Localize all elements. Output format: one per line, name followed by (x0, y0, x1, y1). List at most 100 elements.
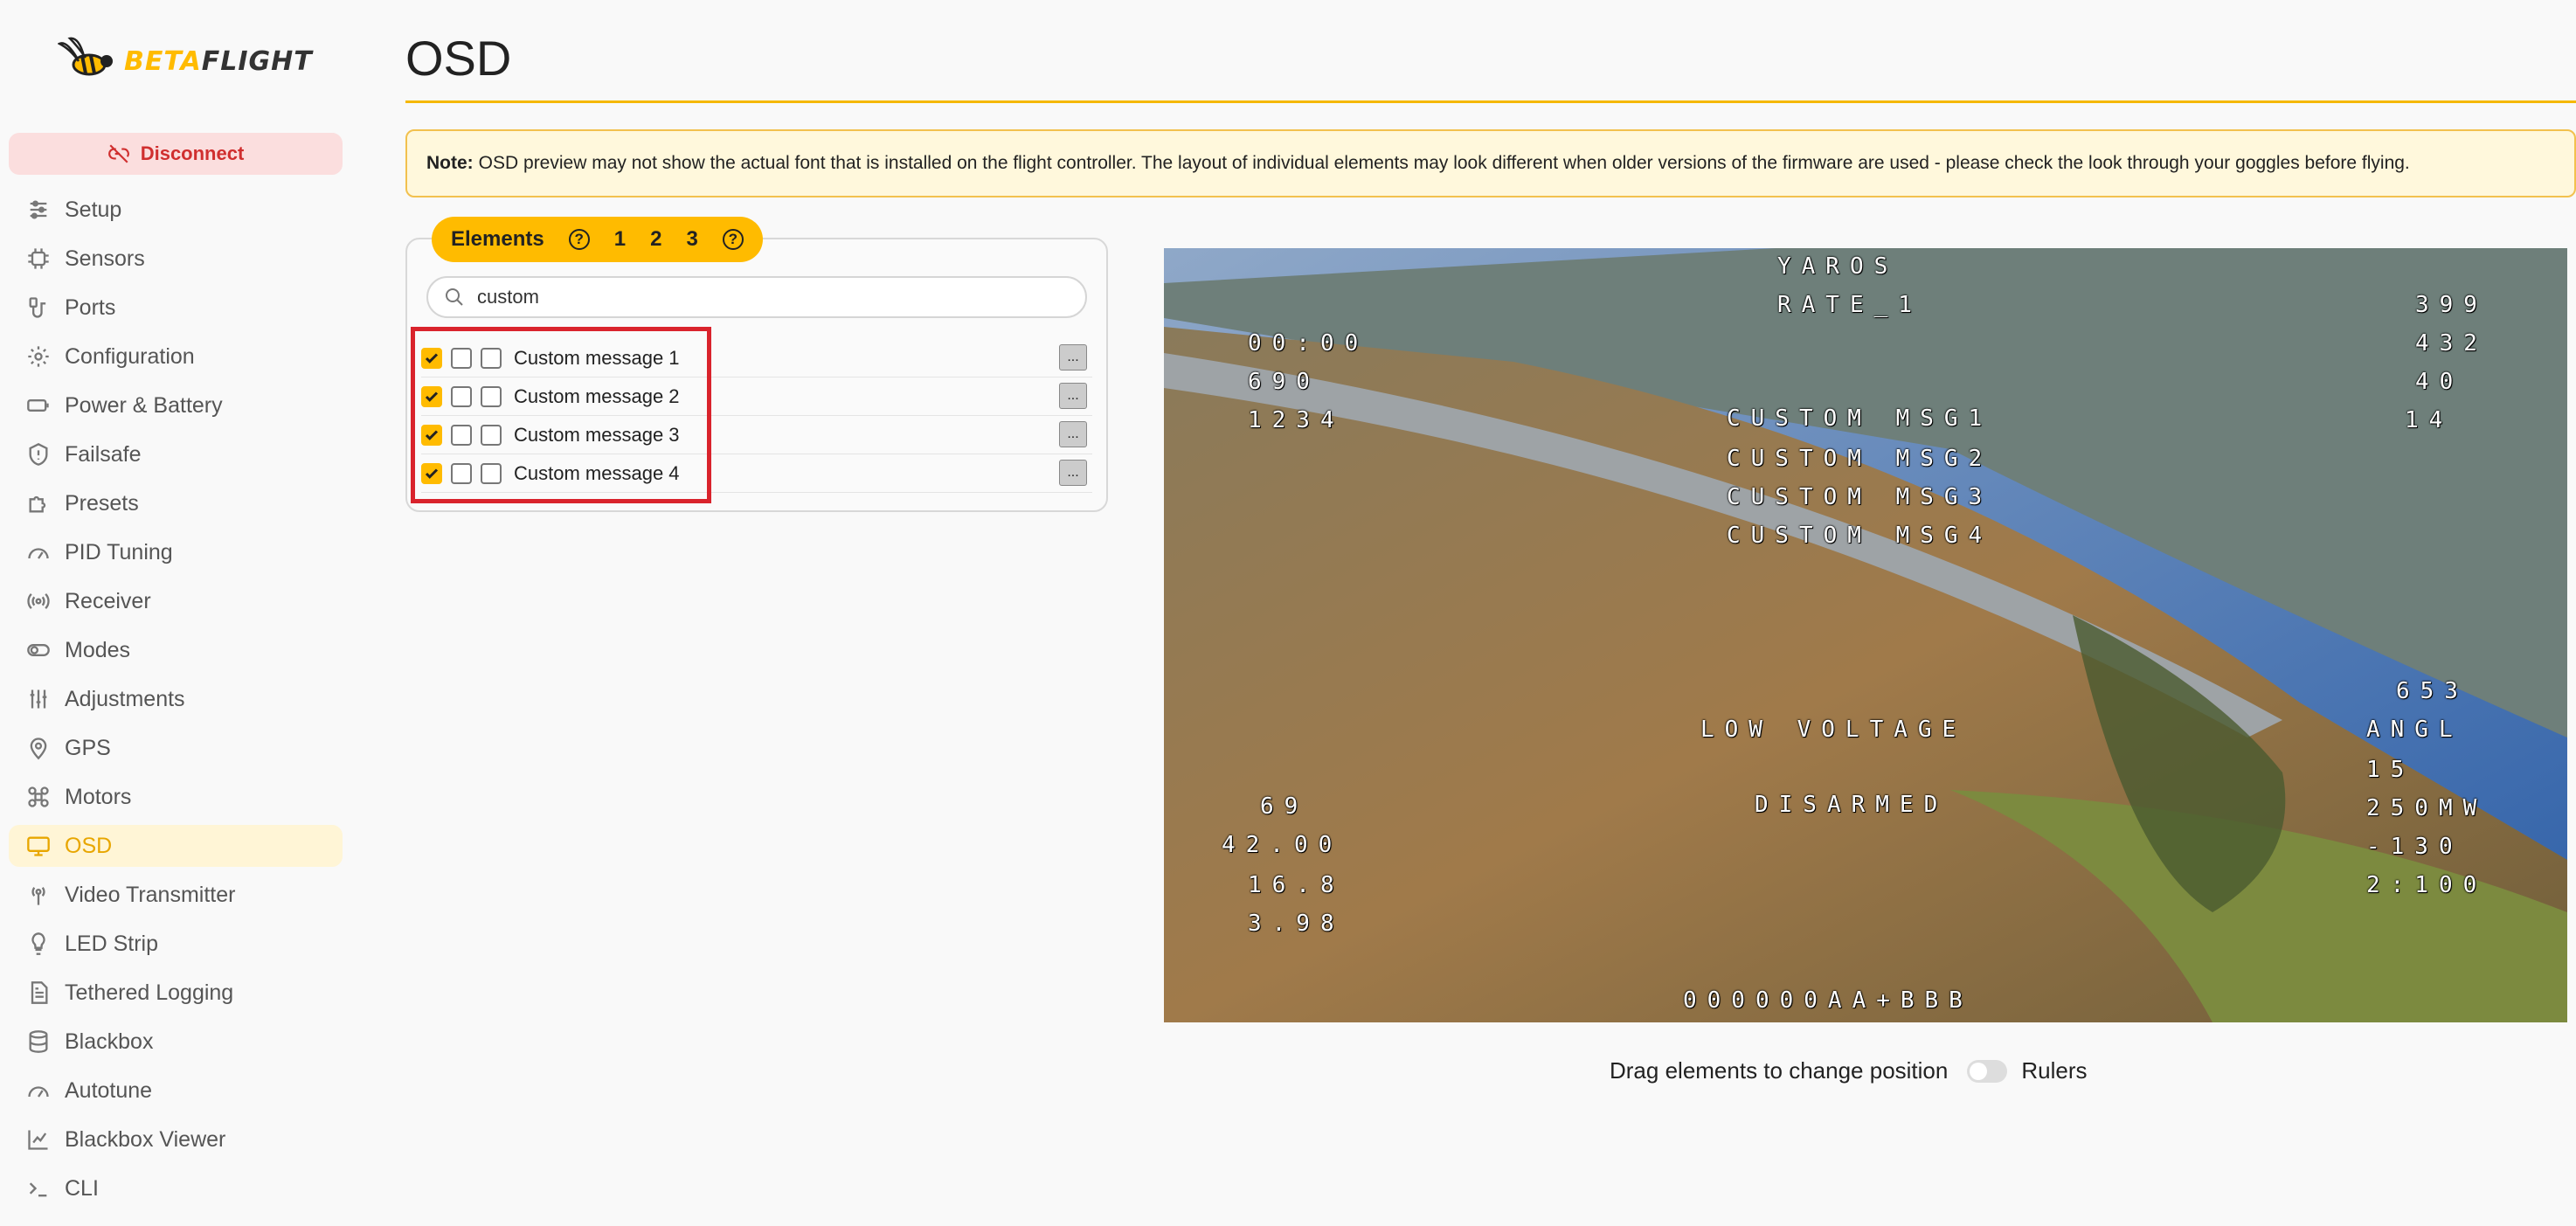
sidebar-item-gps[interactable]: GPS (9, 727, 343, 769)
elements-header: Elements ? 1 2 3 ? (432, 217, 763, 262)
osd-lq-mode[interactable]: 2:100 (2366, 872, 2487, 898)
page-title: OSD (405, 31, 512, 86)
sidebar-item-label: Configuration (65, 343, 195, 369)
sidebar-item-label: Video Transmitter (65, 882, 236, 907)
gauge-icon (24, 538, 52, 566)
osd-altitude[interactable]: 399 (2415, 292, 2488, 318)
broadcast-icon (24, 587, 52, 615)
sidebar-item-modes[interactable]: Modes (9, 629, 343, 671)
osd-rate-profile[interactable]: RATE_1 (1777, 292, 1922, 318)
sidebar-item-blackbox[interactable]: Blackbox (9, 1021, 343, 1063)
sidebar-item-cli[interactable]: CLI (9, 1167, 343, 1209)
sliders-icon (24, 196, 52, 224)
plug-icon (24, 294, 52, 322)
sidebar-item-label: Setup (65, 197, 122, 222)
osd-link-quality[interactable]: 15 (2366, 757, 2414, 783)
sidebar-item-video-transmitter[interactable]: Video Transmitter (9, 874, 343, 916)
profile-tab-2[interactable]: 2 (650, 227, 661, 252)
sidebar-item-autotune[interactable]: Autotune (9, 1070, 343, 1112)
osd-distance[interactable]: 1234 (1248, 407, 1345, 433)
element-options-button[interactable]: ... (1059, 383, 1087, 409)
profile-tab-3[interactable]: 3 (686, 227, 697, 252)
rulers-toggle[interactable] (1967, 1059, 2008, 1083)
elements-title: Elements (451, 227, 544, 251)
disconnect-button[interactable]: Disconnect (9, 133, 343, 175)
rulers-label: Rulers (2021, 1057, 2088, 1084)
sidebar-item-failsafe[interactable]: Failsafe (9, 433, 343, 475)
sidebar-item-receiver[interactable]: Receiver (9, 580, 343, 622)
osd-speed[interactable]: 40 (2415, 369, 2463, 395)
note-text: OSD preview may not show the actual font… (478, 153, 2410, 173)
sidebar-item-label: Motors (65, 784, 132, 809)
sidebar-item-power-battery[interactable]: Power & Battery (9, 384, 343, 426)
osd-home-distance[interactable]: 432 (2415, 330, 2488, 357)
terminal-icon (24, 1174, 52, 1202)
sidebar-item-ports[interactable]: Ports (9, 287, 343, 329)
sidebar-item-adjustments[interactable]: Adjustments (9, 678, 343, 720)
help-icon[interactable]: ? (568, 229, 590, 250)
element-options-button[interactable]: ... (1059, 460, 1087, 486)
toggle-icon (24, 636, 52, 664)
title-divider (405, 100, 2576, 103)
search-input[interactable] (475, 285, 1047, 309)
sidebar-item-tethered-logging[interactable]: Tethered Logging (9, 972, 343, 1014)
sidebar-item-sensors[interactable]: Sensors (9, 238, 343, 280)
sidebar-nav: Setup Sensors Ports Configuration Power … (9, 189, 343, 1216)
osd-flight-distance[interactable]: 653 (2396, 678, 2469, 704)
osd-gps-sats[interactable]: 14 (2405, 407, 2453, 433)
sidebar-item-label: Adjustments (65, 686, 185, 711)
bee-icon (58, 37, 113, 76)
sidebar-item-label: PID Tuning (65, 539, 173, 565)
osd-rssi-dbm[interactable]: -130 (2366, 834, 2463, 860)
osd-battery-voltage[interactable]: 16.8 (1248, 872, 1345, 898)
sidebar: BETAFLIGHT Disconnect Setup Sensors Port… (0, 0, 358, 1226)
sidebar-item-label: Failsafe (65, 441, 142, 467)
betaflight-logo: BETAFLIGHT (58, 35, 313, 87)
sidebar-item-blackbox-viewer[interactable]: Blackbox Viewer (9, 1119, 343, 1160)
sidebar-item-pid-tuning[interactable]: PID Tuning (9, 531, 343, 573)
sidebar-item-led-strip[interactable]: LED Strip (9, 923, 343, 965)
sidebar-item-presets[interactable]: Presets (9, 482, 343, 524)
motor-icon (24, 783, 52, 811)
osd-mah-drawn[interactable]: 690 (1248, 369, 1320, 395)
note-label: Note: (426, 153, 474, 173)
disconnect-label: Disconnect (140, 142, 245, 164)
osd-vtx-power[interactable]: 250MW (2366, 795, 2487, 821)
note-banner: Note: OSD preview may not show the actua… (405, 129, 2576, 197)
osd-warning[interactable]: LOW VOLTAGE (1700, 717, 1966, 743)
osd-craft-name[interactable]: YAROS (1777, 253, 1898, 280)
sidebar-item-motors[interactable]: Motors (9, 776, 343, 818)
gauge-icon (24, 1077, 52, 1105)
battery-icon (24, 391, 52, 419)
element-options-button[interactable]: ... (1059, 344, 1087, 371)
osd-flight-mode[interactable]: ANGL (2366, 717, 2463, 743)
sidebar-item-osd[interactable]: OSD (9, 825, 343, 867)
osd-rssi[interactable]: 69 (1260, 793, 1308, 820)
osd-custom-msg-1[interactable]: CUSTOM MSG1 (1727, 405, 1992, 432)
help-icon[interactable]: ? (722, 229, 744, 250)
sidebar-item-configuration[interactable]: Configuration (9, 336, 343, 377)
sidebar-item-label: Presets (65, 490, 139, 516)
osd-custom-msg-2[interactable]: CUSTOM MSG2 (1727, 446, 1992, 472)
search-icon (446, 288, 463, 306)
sidebar-item-label: Modes (65, 637, 131, 662)
element-options-button[interactable]: ... (1059, 421, 1087, 447)
osd-armed-state[interactable]: DISARMED (1755, 792, 1948, 818)
document-icon (24, 979, 52, 1007)
chip-icon (24, 245, 52, 273)
osd-cell-voltage[interactable]: 3.98 (1248, 911, 1345, 937)
osd-fly-time[interactable]: 00:00 (1248, 330, 1368, 357)
sidebar-item-label: LED Strip (65, 931, 158, 956)
sidebar-item-label: Sensors (65, 246, 145, 271)
osd-custom-msg-3[interactable]: CUSTOM MSG3 (1727, 484, 1992, 510)
profile-tab-1[interactable]: 1 (614, 227, 626, 252)
osd-current[interactable]: 42.00 (1222, 832, 1342, 858)
logo-text-beta: BETA (124, 45, 202, 77)
osd-gps-coords[interactable]: 000000AA+BBB (1683, 987, 1973, 1014)
sidebar-item-label: Blackbox Viewer (65, 1126, 226, 1152)
pin-icon (24, 734, 52, 762)
sidebar-item-label: OSD (65, 833, 113, 858)
sidebar-item-label: Ports (65, 294, 116, 320)
osd-custom-msg-4[interactable]: CUSTOM MSG4 (1727, 523, 1992, 549)
sidebar-item-setup[interactable]: Setup (9, 189, 343, 231)
